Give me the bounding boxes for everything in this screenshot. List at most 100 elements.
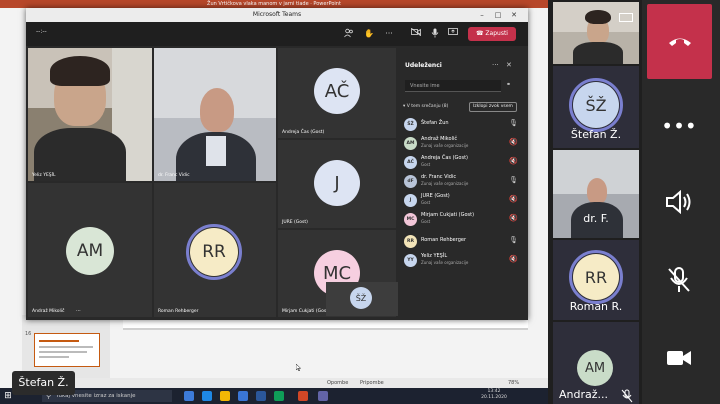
invite-input[interactable]: Vnesite ime	[405, 80, 501, 92]
microphone-muted-icon	[621, 388, 633, 403]
participant-name: Andraž Mikolič	[421, 136, 458, 142]
avatar: RR	[573, 254, 619, 300]
sidebar-tile-name: Štefan Ž.	[570, 128, 622, 141]
leave-button[interactable]: ☎ Zapusti	[468, 27, 516, 41]
slide-thumbnail[interactable]	[34, 333, 100, 367]
screen-share-icon	[619, 8, 633, 22]
avatar: RR	[190, 228, 238, 276]
mute-button[interactable]	[654, 260, 704, 300]
share-link-icon[interactable]: ⚭	[506, 81, 511, 88]
comments-button[interactable]: Pripombe	[360, 378, 384, 388]
participant-role: Zunaj vaše organizacije	[421, 181, 469, 186]
chrome-icon[interactable]	[274, 391, 284, 401]
avatar: J	[404, 194, 417, 207]
self-preview[interactable]: ŠŽ	[326, 282, 398, 316]
microphone-icon: 🎙	[509, 236, 518, 244]
participant-role: Gost	[421, 200, 431, 205]
participant-row[interactable]: J JURE (Gost) Gost 🔇	[404, 192, 520, 210]
participant-name: Andreja Čas (Gost)	[421, 155, 468, 161]
tile-name: Andreja Čas (Gost)	[282, 130, 325, 135]
microphone-muted-icon	[668, 267, 690, 292]
participants-icon[interactable]	[342, 28, 356, 40]
tile-name: Mirjam Cukjati (Gost)	[282, 309, 330, 314]
participant-row[interactable]: ŠŽ Štefan Žun 🎙	[404, 116, 520, 134]
ellipsis-icon: •••	[661, 114, 697, 138]
raise-hand-icon[interactable]: ✋	[362, 28, 376, 40]
minimize-icon[interactable]: –	[476, 9, 488, 21]
video-tile[interactable]: AČ Andreja Čas (Gost)	[278, 48, 396, 138]
camera-button[interactable]	[654, 338, 704, 378]
notes-button[interactable]: Opombe	[327, 378, 348, 388]
participant-name: Yeliz YEŞİL	[421, 253, 448, 259]
more-options-icon[interactable]: ···	[492, 61, 499, 69]
microphone-muted-icon: 🔇	[509, 214, 518, 222]
microphone-icon: 🎙	[509, 176, 518, 184]
chevron-down-icon: ▾	[403, 104, 406, 109]
close-panel-icon[interactable]: ✕	[506, 61, 512, 69]
screen: Žun Vrtičkova vlaka manom v jarni tiade …	[0, 0, 720, 404]
sidebar-tile[interactable]: RR Roman R.	[553, 240, 639, 320]
teams-icon[interactable]	[318, 391, 328, 401]
zoom-level[interactable]: 78%	[508, 378, 519, 388]
video-camera-icon	[667, 351, 691, 365]
participant-name: JURE (Gost)	[421, 193, 450, 199]
powerpoint-status-bar: Opombe Pripombe 78%	[22, 378, 548, 388]
share-screen-icon[interactable]	[446, 28, 460, 40]
microphone-muted-icon: 🔇	[509, 157, 518, 165]
meeting-timer: --:--	[36, 28, 47, 35]
participant-row[interactable]: AM Andraž Mikolič Zunaj vaše organizacij…	[404, 135, 520, 153]
more-actions-icon[interactable]: ···	[382, 28, 396, 40]
clock-date: 20.11.2020	[481, 395, 507, 400]
teams-window-title: Microsoft Teams	[252, 11, 302, 18]
more-options-button[interactable]: •••	[654, 106, 704, 146]
participant-row[interactable]: AČ Andreja Čas (Gost) Gost 🔇	[404, 154, 520, 172]
tile-name: Roman Rehberger	[158, 309, 199, 314]
leave-label: Zapusti	[485, 30, 508, 37]
tile-name: Andraž Mikolič	[32, 309, 65, 314]
hang-up-icon: ☎	[476, 30, 484, 37]
avatar: AČ	[314, 68, 360, 114]
avatar: ŠŽ	[573, 82, 619, 128]
sidebar-video-tile[interactable]: dr. F.	[553, 150, 639, 238]
close-icon[interactable]: ✕	[508, 9, 520, 21]
edge-icon[interactable]	[202, 391, 212, 401]
self-name-label: Štefan Ž.	[12, 371, 75, 395]
sidebar-tile[interactable]: ŠŽ Štefan Ž.	[553, 66, 639, 148]
video-tile[interactable]: Yeliz YEŞİL	[28, 48, 152, 181]
word-icon[interactable]	[256, 391, 266, 401]
participant-row[interactable]: YY Yeliz YEŞİL Zunaj vaše organizacije 🔇	[404, 252, 520, 270]
avatar: AM	[66, 227, 114, 275]
participant-row[interactable]: RR Roman Rehberger 🎙	[404, 233, 520, 251]
participant-row[interactable]: dF dr. Franc Vidic Zunaj vaše organizaci…	[404, 173, 520, 191]
maximize-icon[interactable]: □	[492, 9, 504, 21]
tile-more-icon[interactable]: ···	[76, 308, 81, 314]
participant-row[interactable]: MC Mirjam Cukjati (Gost) Gost 🔇	[404, 211, 520, 229]
participants-section-header[interactable]: ▾ V tem srečanju (8)	[403, 104, 448, 109]
store-icon[interactable]	[238, 391, 248, 401]
avatar: AM	[404, 137, 417, 150]
video-tile[interactable]: RR Roman Rehberger	[154, 183, 276, 317]
video-tile[interactable]: J JURE (Gost)	[278, 140, 396, 228]
microphone-icon[interactable]	[428, 28, 442, 40]
participants-title: Udeleženci	[405, 62, 442, 69]
avatar: ŠŽ	[350, 287, 372, 309]
participant-role: Gost	[421, 219, 431, 224]
avatar: AČ	[404, 156, 417, 169]
microphone-muted-icon: 🔇	[509, 255, 518, 263]
sidebar-tile[interactable]: AM Andraž...	[553, 322, 639, 404]
hang-up-button[interactable]	[647, 4, 712, 79]
video-tile[interactable]: AM Andraž Mikolič ···	[28, 183, 152, 317]
participant-role: Zunaj vaše organizacije	[421, 143, 469, 148]
avatar: MC	[404, 213, 417, 226]
taskbar-clock[interactable]: 13:42 20.11.2020	[470, 389, 518, 401]
sidebar-video-tile[interactable]	[553, 2, 639, 64]
avatar: YY	[404, 254, 417, 267]
mute-all-button[interactable]: Izklopi zvok vsem	[469, 102, 517, 112]
file-explorer-icon[interactable]	[220, 391, 230, 401]
speaker-button[interactable]	[654, 182, 704, 222]
camera-off-icon[interactable]	[409, 27, 423, 40]
video-tile[interactable]: dr. Franc Vidic	[154, 48, 276, 181]
task-view-icon[interactable]	[184, 391, 194, 401]
powerpoint-icon[interactable]	[298, 391, 308, 401]
powerpoint-title-bar: Žun Vrtičkova vlaka manom v jarni tiade …	[0, 0, 548, 8]
